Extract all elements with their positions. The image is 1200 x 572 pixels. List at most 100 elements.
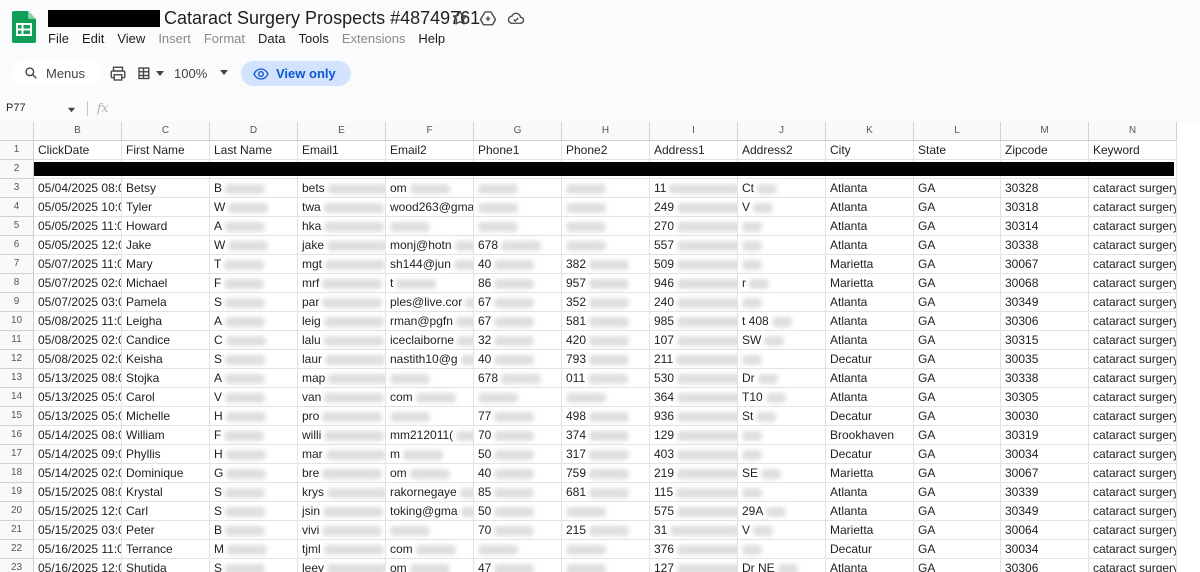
table-cell[interactable]: mar	[298, 445, 386, 464]
table-cell[interactable]: nastith10@g	[386, 350, 474, 369]
table-cell[interactable]: 70	[474, 521, 562, 540]
table-row[interactable]: 19 05/15/2025 08:0 Krystal Skrys rakornegaye…	[0, 483, 1200, 502]
table-cell[interactable]: cataract surgery	[1089, 312, 1177, 331]
table-cell[interactable]: 30035	[1001, 350, 1089, 369]
table-row[interactable]: 17 05/14/2025 09:0 Phyllis Hmar m 50 317 403 Dec…	[0, 445, 1200, 464]
table-row[interactable]: 18 05/14/2025 02:0 Dominique Gbre om 40 759 219…	[0, 464, 1200, 483]
table-cell[interactable]: GA	[914, 255, 1001, 274]
table-cell[interactable]: 946	[650, 274, 738, 293]
table-cell[interactable]: toking@gma	[386, 502, 474, 521]
table-cell[interactable]: bre	[298, 464, 386, 483]
table-cell[interactable]: 77	[474, 407, 562, 426]
table-cell[interactable]: W	[210, 236, 298, 255]
row-number[interactable]: 7	[0, 255, 34, 274]
table-cell[interactable]: Atlanta	[826, 312, 914, 331]
table-cell[interactable]: 05/05/2025 10:0	[34, 198, 122, 217]
row-number[interactable]: 16	[0, 426, 34, 445]
table-cell[interactable]	[738, 445, 826, 464]
header-cell[interactable]: Email1	[298, 141, 386, 160]
column-header-l[interactable]: L	[914, 122, 1001, 141]
table-cell[interactable]: 30306	[1001, 559, 1089, 572]
table-cell[interactable]: 40	[474, 350, 562, 369]
move-to-drive-icon[interactable]	[479, 9, 497, 27]
table-row[interactable]: 23 05/16/2025 12:0 Shutida Sleey om 47 127 Dr N…	[0, 559, 1200, 572]
table-cell[interactable]: 30305	[1001, 388, 1089, 407]
column-header-f[interactable]: F	[386, 122, 474, 141]
table-cell[interactable]: om	[386, 464, 474, 483]
table-cell[interactable]: GA	[914, 369, 1001, 388]
table-cell[interactable]	[386, 407, 474, 426]
row-number[interactable]: 15	[0, 407, 34, 426]
table-cell[interactable]: 211	[650, 350, 738, 369]
header-cell[interactable]: Zipcode	[1001, 141, 1089, 160]
table-cell[interactable]: 05/05/2025 11:0	[34, 217, 122, 236]
table-cell[interactable]: S	[210, 483, 298, 502]
table-cell[interactable]	[386, 521, 474, 540]
table-cell[interactable]: 05/14/2025 08:0	[34, 426, 122, 445]
menus-search-button[interactable]: Menus	[12, 60, 102, 86]
table-cell[interactable]: 47	[474, 559, 562, 572]
table-cell[interactable]: lalu	[298, 331, 386, 350]
menu-view[interactable]: View	[117, 31, 145, 47]
table-cell[interactable]: GA	[914, 540, 1001, 559]
table-cell[interactable]: cataract surgery	[1089, 369, 1177, 388]
table-cell[interactable]: 67	[474, 312, 562, 331]
table-cell[interactable]: 05/14/2025 09:0	[34, 445, 122, 464]
view-only-button[interactable]: View only	[241, 61, 351, 86]
table-cell[interactable]: 678	[474, 369, 562, 388]
column-header-n[interactable]: N	[1089, 122, 1177, 141]
table-cell[interactable]: GA	[914, 236, 1001, 255]
print-icon[interactable]	[109, 65, 127, 83]
table-cell[interactable]: 50	[474, 502, 562, 521]
row-number[interactable]: 6	[0, 236, 34, 255]
table-cell[interactable]: Ct	[738, 179, 826, 198]
header-cell[interactable]: Address2	[738, 141, 826, 160]
row-number[interactable]: 22	[0, 540, 34, 559]
table-cell[interactable]: om	[386, 179, 474, 198]
table-cell[interactable]: GA	[914, 217, 1001, 236]
table-cell[interactable]: Michelle	[122, 407, 210, 426]
row-number[interactable]: 8	[0, 274, 34, 293]
table-cell[interactable]: m	[386, 445, 474, 464]
table-cell[interactable]: 219	[650, 464, 738, 483]
table-cell[interactable]: 30328	[1001, 179, 1089, 198]
table-cell[interactable]: tjml	[298, 540, 386, 559]
table-cell[interactable]: Tyler	[122, 198, 210, 217]
table-cell[interactable]: iceclaiborne	[386, 331, 474, 350]
table-cell[interactable]: 30034	[1001, 540, 1089, 559]
table-cell[interactable]: jsin	[298, 502, 386, 521]
table-cell[interactable]: St	[738, 407, 826, 426]
table-cell[interactable]: sh144@jun	[386, 255, 474, 274]
table-cell[interactable]: B	[210, 521, 298, 540]
table-cell[interactable]: cataract surgery	[1089, 388, 1177, 407]
table-cell[interactable]: 05/08/2025 11:0	[34, 312, 122, 331]
table-row[interactable]: 10 05/08/2025 11:0 Leigha Aleig rman@pgfn 67 5…	[0, 312, 1200, 331]
table-cell[interactable]: 05/07/2025 03:0	[34, 293, 122, 312]
zoom-chevron-down-icon[interactable]	[219, 67, 229, 77]
table-cell[interactable]	[562, 502, 650, 521]
table-cell[interactable]	[738, 255, 826, 274]
star-icon[interactable]	[451, 9, 469, 27]
table-cell[interactable]: 05/16/2025 12:0	[34, 559, 122, 572]
table-cell[interactable]: vivi	[298, 521, 386, 540]
table-cell[interactable]: om	[386, 559, 474, 572]
column-header-i[interactable]: I	[650, 122, 738, 141]
column-header-e[interactable]: E	[298, 122, 386, 141]
table-cell[interactable]: Carl	[122, 502, 210, 521]
table-cell[interactable]	[562, 559, 650, 572]
table-cell[interactable]: Krystal	[122, 483, 210, 502]
table-cell[interactable]: com	[386, 540, 474, 559]
header-cell[interactable]: Last Name	[210, 141, 298, 160]
table-cell[interactable]: V	[738, 521, 826, 540]
table-cell[interactable]: 793	[562, 350, 650, 369]
table-cell[interactable]: Leigha	[122, 312, 210, 331]
column-header-m[interactable]: M	[1001, 122, 1089, 141]
table-cell[interactable]: G	[210, 464, 298, 483]
table-cell[interactable]: GA	[914, 426, 1001, 445]
table-cell[interactable]: T10	[738, 388, 826, 407]
table-cell[interactable]: 05/13/2025 05:0	[34, 407, 122, 426]
column-header-d[interactable]: D	[210, 122, 298, 141]
header-cell[interactable]: State	[914, 141, 1001, 160]
table-cell[interactable]: Atlanta	[826, 236, 914, 255]
table-cell[interactable]: 40	[474, 464, 562, 483]
